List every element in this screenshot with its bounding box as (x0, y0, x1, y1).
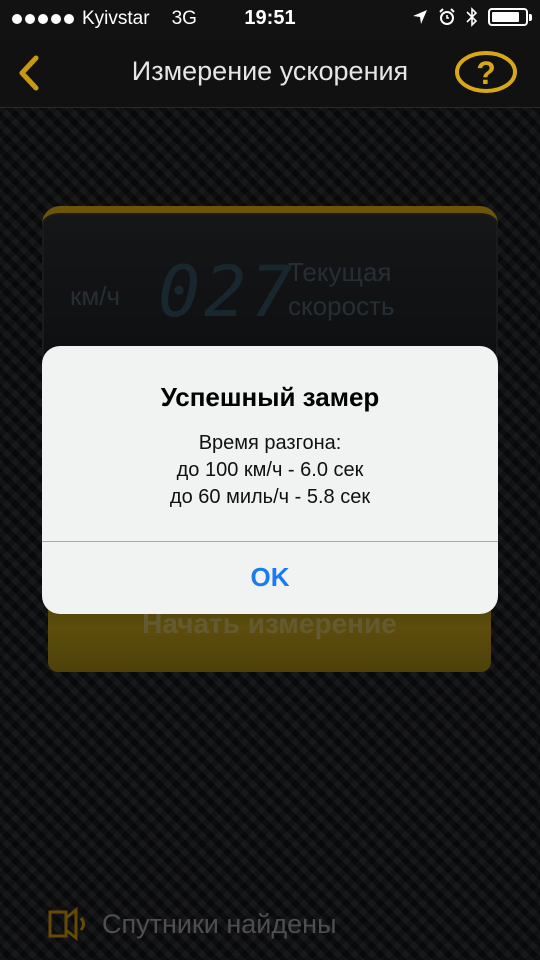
question-icon[interactable]: ? (454, 50, 518, 94)
navigation-bar: Измерение ускорения ? (0, 38, 540, 108)
alert-message-line1: Время разгона: (198, 432, 342, 454)
battery-icon (488, 8, 532, 26)
location-arrow-icon (413, 10, 427, 24)
alert-message-line2: до 100 км/ч - 6.0 сек (176, 459, 364, 481)
alarm-clock-icon (439, 8, 455, 25)
alert-message-line3: до 60 миль/ч - 5.8 сек (169, 486, 371, 508)
alert-title: Успешный замер (160, 382, 380, 412)
status-right (412, 7, 532, 27)
battery-level-fill (492, 12, 520, 22)
success-alert-dialog: Успешный замер Время разгона: до 100 км/… (42, 346, 498, 614)
svg-text:?: ? (476, 55, 496, 91)
status-bar: Kyivstar 3G 19:51 (0, 0, 540, 38)
ok-button[interactable]: OK (42, 542, 498, 614)
bluetooth-icon (466, 7, 478, 27)
alert-message: Время разгона: до 100 км/ч - 6.0 сек до … (42, 430, 498, 511)
